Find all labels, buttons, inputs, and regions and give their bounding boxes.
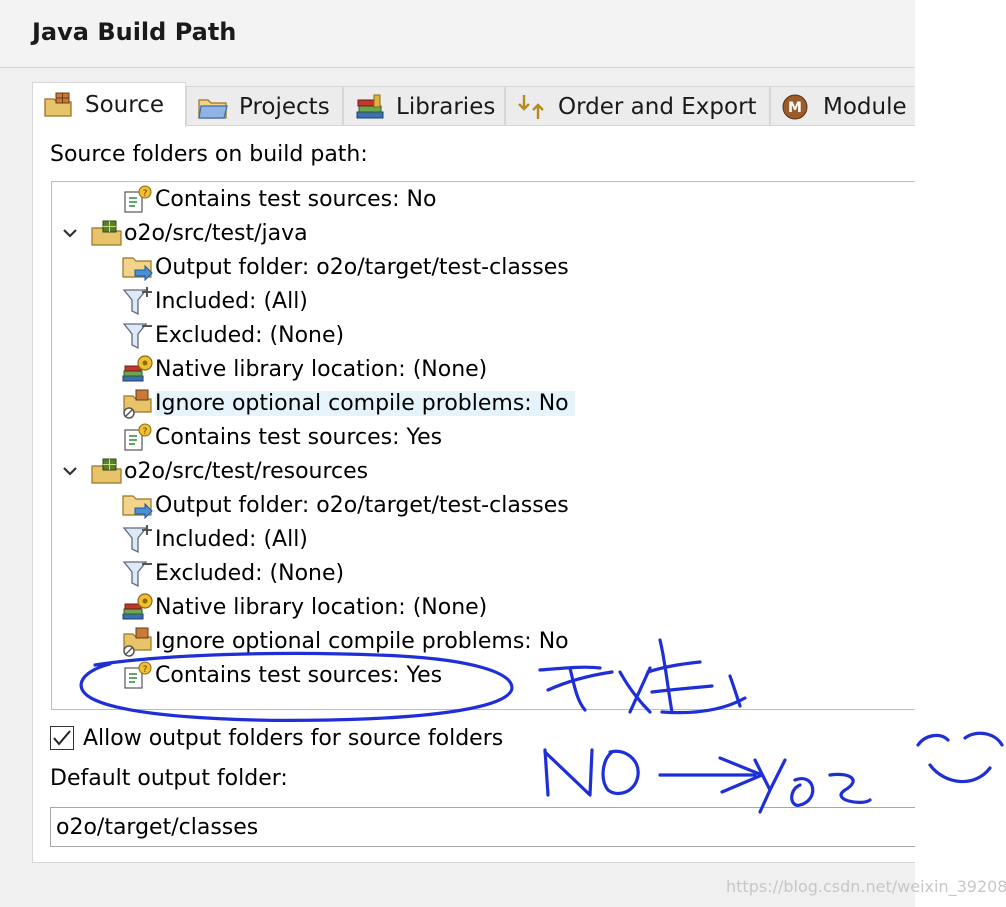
native-library-icon	[122, 355, 153, 382]
tree-item-test-sources[interactable]: ? Contains test sources: No	[121, 182, 436, 216]
tree-item-label: Output folder: o2o/target/test-classes	[155, 492, 569, 518]
tree-item-excluded[interactable]: Excluded: (None)	[121, 556, 344, 590]
tab-projects[interactable]: Projects	[186, 86, 343, 126]
tree-item-label: Ignore optional compile problems: No	[155, 628, 569, 654]
default-output-folder-input[interactable]: o2o/target/classes	[50, 807, 915, 847]
tree-item-label: Excluded: (None)	[155, 560, 345, 586]
chevron-down-icon[interactable]	[60, 454, 80, 488]
tree-item-included[interactable]: Included: (All)	[121, 522, 308, 556]
tab-source[interactable]: Source	[32, 82, 186, 127]
source-folders-label: Source folders on build path:	[50, 142, 368, 167]
tree-item-test-sources-highlighted[interactable]: ? Contains test sources: Yes	[121, 658, 442, 692]
libraries-books-icon	[356, 94, 384, 118]
tree-item-output-folder[interactable]: Output folder: o2o/target/test-classes	[121, 488, 569, 522]
source-folder-icon	[44, 92, 72, 117]
allow-output-folders-label: Allow output folders for source folders	[83, 725, 504, 751]
source-folders-tree[interactable]: ? Contains test sources: No o2o/src/test…	[51, 181, 915, 710]
tree-item-test-sources[interactable]: ? Contains test sources: Yes	[121, 420, 442, 454]
tree-item-output-folder[interactable]: Output folder: o2o/target/test-classes	[121, 250, 569, 284]
tab-label: Projects	[239, 93, 330, 120]
order-export-arrows-icon	[518, 94, 544, 119]
tab-module[interactable]: M Module	[770, 86, 915, 126]
tab-label: Libraries	[396, 93, 496, 120]
test-sources-icon: ?	[124, 661, 152, 689]
java-build-path-panel: Java Build Path Source Projects Librarie…	[0, 0, 915, 907]
svg-text:?: ?	[143, 665, 148, 675]
filter-include-icon	[122, 287, 152, 316]
package-folder-icon	[91, 458, 122, 484]
tree-item-label: Native library location: (None)	[155, 594, 488, 620]
ignore-problems-icon	[123, 389, 152, 419]
default-output-folder-value: o2o/target/classes	[56, 814, 259, 840]
tree-item-ignore-optional-problems[interactable]: Ignore optional compile problems: No	[121, 386, 575, 420]
tree-item-label: Excluded: (None)	[155, 322, 345, 348]
filter-include-icon	[122, 525, 152, 554]
tree-item-label: Contains test sources: Yes	[155, 424, 443, 450]
module-badge-icon: M	[782, 94, 808, 119]
svg-text:?: ?	[143, 189, 148, 199]
tree-item-label: Contains test sources: Yes	[155, 662, 443, 688]
tree-item-src-test-java[interactable]: o2o/src/test/java	[60, 216, 308, 250]
chevron-down-icon[interactable]	[60, 216, 80, 250]
tab-label: Module	[823, 93, 907, 120]
output-folder-icon	[122, 495, 153, 520]
tab-libraries[interactable]: Libraries	[343, 86, 505, 126]
allow-output-folders-option[interactable]: Allow output folders for source folders	[50, 722, 503, 754]
watermark: https://blog.csdn.net/weixin_39208271	[726, 877, 1006, 896]
tree-item-label: Contains test sources: No	[155, 186, 437, 212]
filter-exclude-icon	[122, 323, 152, 350]
tree-item-label: Ignore optional compile problems: No	[155, 390, 575, 416]
svg-text:M: M	[788, 100, 802, 116]
native-library-icon	[122, 593, 153, 620]
tree-item-native-library[interactable]: Native library location: (None)	[121, 590, 487, 624]
tree-item-label: o2o/src/test/resources	[124, 458, 369, 484]
allow-output-folders-checkbox[interactable]	[50, 726, 74, 750]
test-sources-icon: ?	[124, 185, 152, 213]
ignore-problems-icon	[123, 627, 152, 657]
tree-item-label: Included: (All)	[155, 288, 308, 314]
tab-label: Source	[85, 92, 164, 118]
tree-item-ignore-optional-problems[interactable]: Ignore optional compile problems: No	[121, 624, 569, 658]
checkmark-icon	[53, 730, 71, 746]
tree-item-label: o2o/src/test/java	[124, 220, 308, 246]
tab-bar: Source Projects Libraries Order and Expo…	[32, 82, 915, 127]
filter-exclude-icon	[122, 561, 152, 588]
dialog-title: Java Build Path	[32, 18, 237, 46]
package-folder-icon	[91, 220, 122, 246]
tree-item-excluded[interactable]: Excluded: (None)	[121, 318, 344, 352]
projects-folder-icon	[198, 98, 228, 119]
default-output-folder-label: Default output folder:	[50, 766, 288, 791]
output-folder-icon	[122, 257, 153, 282]
test-sources-icon: ?	[124, 423, 152, 451]
tree-item-included[interactable]: Included: (All)	[121, 284, 308, 318]
tree-item-label: Native library location: (None)	[155, 356, 488, 382]
annotation-smiley	[916, 731, 1004, 784]
tab-order-and-export[interactable]: Order and Export	[505, 86, 770, 126]
tab-label: Order and Export	[558, 93, 757, 120]
tree-item-label: Output folder: o2o/target/test-classes	[155, 254, 569, 280]
svg-text:?: ?	[143, 427, 148, 437]
dialog-header: Java Build Path	[0, 0, 915, 68]
tree-item-label: Included: (All)	[155, 526, 308, 552]
tree-item-src-test-resources[interactable]: o2o/src/test/resources	[60, 454, 368, 488]
tree-item-native-library[interactable]: Native library location: (None)	[121, 352, 487, 386]
